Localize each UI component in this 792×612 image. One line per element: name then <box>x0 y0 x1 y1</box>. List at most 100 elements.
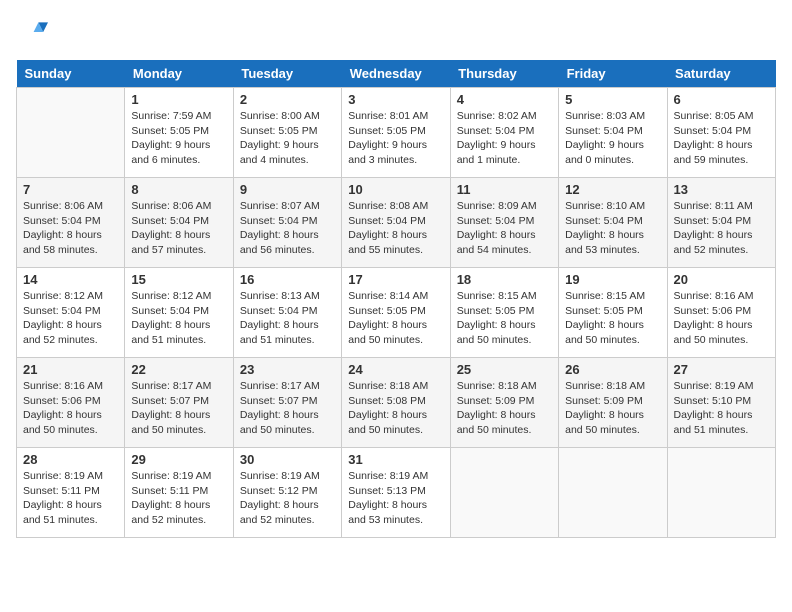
day-number: 24 <box>348 362 443 377</box>
calendar-cell: 3 Sunrise: 8:01 AM Sunset: 5:05 PM Daylig… <box>342 88 450 178</box>
day-number: 30 <box>240 452 335 467</box>
weekday-header-friday: Friday <box>559 60 667 88</box>
day-info: Sunrise: 8:12 AM Sunset: 5:04 PM Dayligh… <box>23 289 118 348</box>
day-number: 31 <box>348 452 443 467</box>
day-number: 4 <box>457 92 552 107</box>
weekday-header-row: SundayMondayTuesdayWednesdayThursdayFrid… <box>17 60 776 88</box>
calendar-cell: 14 Sunrise: 8:12 AM Sunset: 5:04 PM Dayli… <box>17 268 125 358</box>
day-info: Sunrise: 8:13 AM Sunset: 5:04 PM Dayligh… <box>240 289 335 348</box>
day-number: 7 <box>23 182 118 197</box>
calendar-cell: 27 Sunrise: 8:19 AM Sunset: 5:10 PM Dayli… <box>667 358 775 448</box>
day-info: Sunrise: 8:11 AM Sunset: 5:04 PM Dayligh… <box>674 199 769 258</box>
day-number: 3 <box>348 92 443 107</box>
day-info: Sunrise: 8:18 AM Sunset: 5:09 PM Dayligh… <box>565 379 660 438</box>
calendar-cell: 13 Sunrise: 8:11 AM Sunset: 5:04 PM Dayli… <box>667 178 775 268</box>
day-info: Sunrise: 8:15 AM Sunset: 5:05 PM Dayligh… <box>457 289 552 348</box>
week-row-1: 1Sunrise: 7:59 AM Sunset: 5:05 PM Daylig… <box>17 88 776 178</box>
calendar-cell: 15 Sunrise: 8:12 AM Sunset: 5:04 PM Dayli… <box>125 268 233 358</box>
calendar-cell: 30 Sunrise: 8:19 AM Sunset: 5:12 PM Dayli… <box>233 448 341 538</box>
calendar-table: SundayMondayTuesdayWednesdayThursdayFrid… <box>16 60 776 538</box>
day-info: Sunrise: 8:19 AM Sunset: 5:12 PM Dayligh… <box>240 469 335 528</box>
day-number: 6 <box>674 92 769 107</box>
day-number: 21 <box>23 362 118 377</box>
day-number: 1 <box>131 92 226 107</box>
day-info: Sunrise: 8:05 AM Sunset: 5:04 PM Dayligh… <box>674 109 769 168</box>
day-number: 19 <box>565 272 660 287</box>
logo <box>16 16 52 48</box>
day-number: 29 <box>131 452 226 467</box>
calendar-cell: 29 Sunrise: 8:19 AM Sunset: 5:11 PM Dayli… <box>125 448 233 538</box>
calendar-cell <box>450 448 558 538</box>
day-number: 22 <box>131 362 226 377</box>
day-number: 10 <box>348 182 443 197</box>
calendar-cell: 24 Sunrise: 8:18 AM Sunset: 5:08 PM Dayli… <box>342 358 450 448</box>
calendar-cell: 16 Sunrise: 8:13 AM Sunset: 5:04 PM Dayli… <box>233 268 341 358</box>
weekday-header-wednesday: Wednesday <box>342 60 450 88</box>
week-row-2: 7 Sunrise: 8:06 AM Sunset: 5:04 PM Daylig… <box>17 178 776 268</box>
weekday-header-sunday: Sunday <box>17 60 125 88</box>
day-number: 8 <box>131 182 226 197</box>
calendar-cell: 4 Sunrise: 8:02 AM Sunset: 5:04 PM Daylig… <box>450 88 558 178</box>
day-number: 13 <box>674 182 769 197</box>
calendar-cell: 18 Sunrise: 8:15 AM Sunset: 5:05 PM Dayli… <box>450 268 558 358</box>
day-number: 20 <box>674 272 769 287</box>
day-info: Sunrise: 8:16 AM Sunset: 5:06 PM Dayligh… <box>674 289 769 348</box>
day-number: 28 <box>23 452 118 467</box>
day-number: 12 <box>565 182 660 197</box>
day-info: Sunrise: 8:12 AM Sunset: 5:04 PM Dayligh… <box>131 289 226 348</box>
day-info: Sunrise: 8:16 AM Sunset: 5:06 PM Dayligh… <box>23 379 118 438</box>
day-info: Sunrise: 8:14 AM Sunset: 5:05 PM Dayligh… <box>348 289 443 348</box>
day-number: 16 <box>240 272 335 287</box>
calendar-cell: 12 Sunrise: 8:10 AM Sunset: 5:04 PM Dayli… <box>559 178 667 268</box>
day-number: 15 <box>131 272 226 287</box>
calendar-cell: 26 Sunrise: 8:18 AM Sunset: 5:09 PM Dayli… <box>559 358 667 448</box>
day-info: Sunrise: 8:17 AM Sunset: 5:07 PM Dayligh… <box>240 379 335 438</box>
calendar-cell: 2 Sunrise: 8:00 AM Sunset: 5:05 PM Daylig… <box>233 88 341 178</box>
day-number: 18 <box>457 272 552 287</box>
day-info: Sunrise: 8:06 AM Sunset: 5:04 PM Dayligh… <box>131 199 226 258</box>
day-number: 14 <box>23 272 118 287</box>
day-number: 11 <box>457 182 552 197</box>
day-info: Sunrise: 8:15 AM Sunset: 5:05 PM Dayligh… <box>565 289 660 348</box>
weekday-header-tuesday: Tuesday <box>233 60 341 88</box>
week-row-5: 28 Sunrise: 8:19 AM Sunset: 5:11 PM Dayli… <box>17 448 776 538</box>
calendar-cell: 28 Sunrise: 8:19 AM Sunset: 5:11 PM Dayli… <box>17 448 125 538</box>
day-info: Sunrise: 8:19 AM Sunset: 5:11 PM Dayligh… <box>131 469 226 528</box>
calendar-cell: 10 Sunrise: 8:08 AM Sunset: 5:04 PM Dayli… <box>342 178 450 268</box>
day-number: 2 <box>240 92 335 107</box>
day-info: Sunrise: 8:01 AM Sunset: 5:05 PM Dayligh… <box>348 109 443 168</box>
day-number: 27 <box>674 362 769 377</box>
day-info: Sunrise: 8:19 AM Sunset: 5:11 PM Dayligh… <box>23 469 118 528</box>
calendar-cell: 19 Sunrise: 8:15 AM Sunset: 5:05 PM Dayli… <box>559 268 667 358</box>
day-info: Sunrise: 8:08 AM Sunset: 5:04 PM Dayligh… <box>348 199 443 258</box>
day-info: Sunrise: 8:00 AM Sunset: 5:05 PM Dayligh… <box>240 109 335 168</box>
day-number: 23 <box>240 362 335 377</box>
day-number: 5 <box>565 92 660 107</box>
day-info: Sunrise: 8:03 AM Sunset: 5:04 PM Dayligh… <box>565 109 660 168</box>
calendar-cell <box>559 448 667 538</box>
day-info: Sunrise: 8:19 AM Sunset: 5:10 PM Dayligh… <box>674 379 769 438</box>
day-number: 9 <box>240 182 335 197</box>
day-info: Sunrise: 8:17 AM Sunset: 5:07 PM Dayligh… <box>131 379 226 438</box>
logo-icon <box>16 16 48 48</box>
calendar-cell: 25 Sunrise: 8:18 AM Sunset: 5:09 PM Dayli… <box>450 358 558 448</box>
calendar-cell: 21 Sunrise: 8:16 AM Sunset: 5:06 PM Dayli… <box>17 358 125 448</box>
day-number: 26 <box>565 362 660 377</box>
day-info: Sunrise: 8:06 AM Sunset: 5:04 PM Dayligh… <box>23 199 118 258</box>
calendar-cell: 1Sunrise: 7:59 AM Sunset: 5:05 PM Daylig… <box>125 88 233 178</box>
day-info: Sunrise: 8:10 AM Sunset: 5:04 PM Dayligh… <box>565 199 660 258</box>
weekday-header-saturday: Saturday <box>667 60 775 88</box>
day-info: Sunrise: 8:18 AM Sunset: 5:09 PM Dayligh… <box>457 379 552 438</box>
weekday-header-monday: Monday <box>125 60 233 88</box>
day-number: 25 <box>457 362 552 377</box>
calendar-cell <box>17 88 125 178</box>
week-row-4: 21 Sunrise: 8:16 AM Sunset: 5:06 PM Dayli… <box>17 358 776 448</box>
calendar-cell: 8 Sunrise: 8:06 AM Sunset: 5:04 PM Daylig… <box>125 178 233 268</box>
day-info: Sunrise: 8:07 AM Sunset: 5:04 PM Dayligh… <box>240 199 335 258</box>
day-info: Sunrise: 8:18 AM Sunset: 5:08 PM Dayligh… <box>348 379 443 438</box>
day-number: 17 <box>348 272 443 287</box>
day-info: Sunrise: 8:09 AM Sunset: 5:04 PM Dayligh… <box>457 199 552 258</box>
day-info: Sunrise: 8:02 AM Sunset: 5:04 PM Dayligh… <box>457 109 552 168</box>
calendar-cell: 11 Sunrise: 8:09 AM Sunset: 5:04 PM Dayli… <box>450 178 558 268</box>
calendar-cell: 20 Sunrise: 8:16 AM Sunset: 5:06 PM Dayli… <box>667 268 775 358</box>
